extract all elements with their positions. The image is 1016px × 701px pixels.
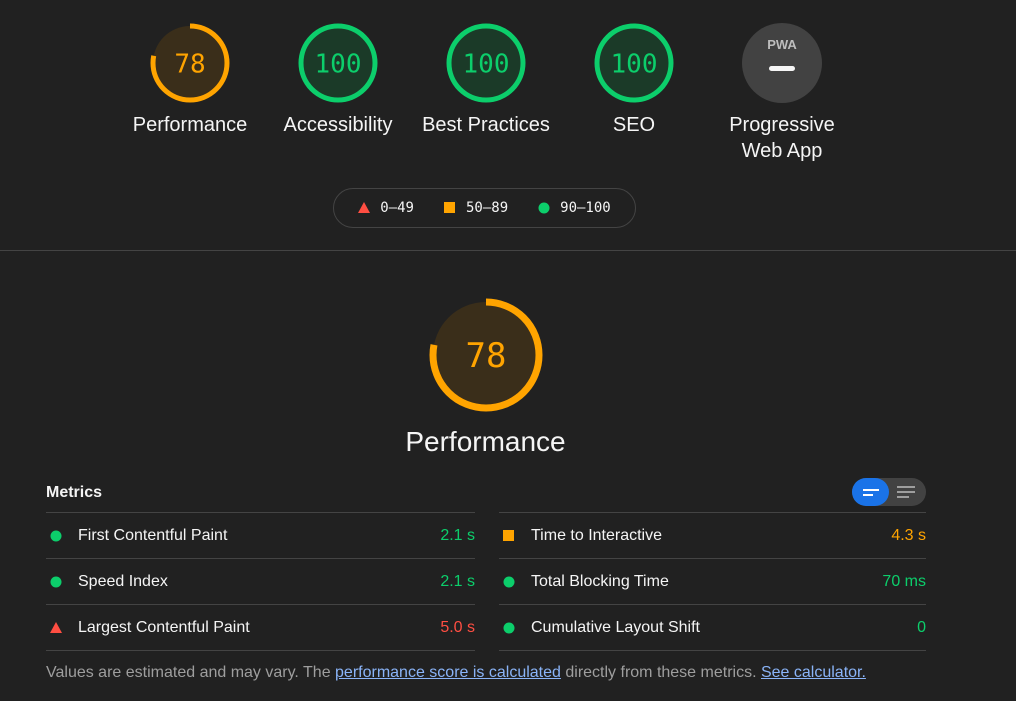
category-gauges: 78 Performance 100 Accessibility 100 Bes… [0,0,1016,251]
gauge-accessibility[interactable]: 100 Accessibility [263,22,413,138]
pwa-label-line2: Web App [741,140,823,162]
gauge-label: Progressive Web App [707,112,857,164]
gauge-ring: 100 [298,23,378,103]
pwa-badge-icon: PWA [742,23,822,103]
gauge-ring: 100 [594,23,674,103]
gauge-label: SEO [612,114,656,136]
metric-label: Cumulative Layout Shift [531,618,700,636]
score-calculated-link[interactable]: performance score is calculated [335,664,561,681]
metric-row: First Contentful Paint 2.1 s [46,512,475,558]
legend-average-label: 50–89 [465,200,509,216]
gauge-label: Performance [132,114,248,136]
gauge-label: Best Practices [422,114,550,136]
metric-value: 0 [917,618,926,636]
metric-value: 2.1 s [440,572,475,590]
metric-status-icon [46,576,78,588]
gauge-score: 100 [463,49,510,79]
divider [46,650,475,651]
gauge-label: Accessibility [283,114,393,136]
circle-icon [503,622,515,633]
legend-pass-label: 90–100 [560,200,611,216]
performance-title: Performance [405,426,566,457]
metric-label: Time to Interactive [531,526,663,544]
gauge-best-practices[interactable]: 100 Best Practices [411,22,561,138]
metric-value: 5.0 s [440,618,475,636]
legend-fail-label: 0–49 [380,200,414,216]
legend-average: 50–89 [443,200,509,216]
metric-status-icon [499,622,531,634]
expanded-view-button[interactable] [889,478,926,506]
performance-gauge-score: 78 [466,336,507,376]
metrics-view-toggle[interactable] [852,478,926,506]
metric-label: Speed Index [78,572,168,590]
triangle-icon [358,202,371,213]
see-calculator-link[interactable]: See calculator. [761,664,866,681]
gauge-performance[interactable]: 78 Performance [115,22,265,138]
divider [499,650,926,651]
metric-value: 4.3 s [891,526,926,544]
metric-value: 2.1 s [440,526,475,544]
triangle-icon [50,621,62,633]
metric-row: Cumulative Layout Shift 0 [499,604,926,650]
circle-icon [50,576,62,587]
gauge-seo[interactable]: 100 SEO [559,22,709,138]
gauge-score: 100 [315,49,362,79]
metric-label: First Contentful Paint [78,526,228,544]
gauge-ring: 100 [446,23,526,103]
metric-row: Speed Index 2.1 s [46,558,475,604]
gauge-ring: 78 [150,23,230,103]
legend-fail: 0–49 [358,200,414,216]
footer-text-2: directly from these metrics. [560,664,761,681]
square-icon [443,202,455,213]
metrics-footer-note: Values are estimated and may vary. The p… [46,664,866,682]
score-legend: 0–49 50–89 90–100 [333,188,636,228]
metric-label: Total Blocking Time [531,572,669,590]
gauge-pwa[interactable]: PWA Progressive Web App [707,22,857,164]
metrics-column-right: Time to Interactive 4.3 s Total Blocking T… [499,512,926,650]
square-icon [503,529,514,541]
compact-view-button[interactable] [852,478,889,506]
legend-pass: 90–100 [538,200,611,216]
metric-label: Largest Contentful Paint [78,618,250,636]
performance-gauge-ring: 78 [429,298,543,412]
pwa-label-line1: Progressive [729,114,835,136]
metric-value: 70 ms [882,572,926,590]
gauge-score: 78 [174,49,205,79]
metric-status-icon [499,529,531,542]
metric-row: Total Blocking Time 70 ms [499,558,926,604]
performance-gauge: 78 [411,295,561,420]
metric-status-icon [499,576,531,588]
pwa-badge-text: PWA [767,37,797,52]
metric-row: Time to Interactive 4.3 s [499,512,926,558]
circle-icon [50,530,62,541]
metrics-column-left: First Contentful Paint 2.1 s Speed Index 2.… [46,512,475,650]
metrics-heading: Metrics [46,484,103,501]
metric-status-icon [46,530,78,542]
metric-row: Largest Contentful Paint 5.0 s [46,604,475,650]
footer-text-1: Values are estimated and may vary. The [46,664,336,681]
circle-icon [503,576,515,587]
circle-icon [538,202,550,214]
gauge-score: 100 [611,49,658,79]
metric-status-icon [46,621,78,634]
